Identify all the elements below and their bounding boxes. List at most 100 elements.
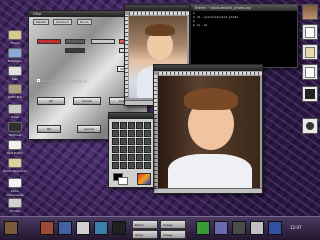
tool-button[interactable]	[112, 146, 119, 153]
vertical-ruler	[154, 75, 157, 187]
tool-button[interactable]	[120, 146, 127, 153]
tool-button[interactable]	[144, 146, 151, 153]
tool-button[interactable]	[144, 154, 151, 161]
document-icon[interactable]	[76, 221, 90, 235]
tool-button[interactable]	[120, 122, 127, 129]
desktop-icon-label: Home	[10, 41, 20, 45]
task-button-gimp[interactable]: Gimp	[132, 230, 158, 239]
bottom-ok-button[interactable]: OK	[37, 125, 61, 133]
photo-hair	[145, 24, 175, 36]
window-list-icon[interactable]	[232, 221, 246, 235]
image-window-titlebar[interactable]	[125, 5, 189, 11]
desktop-icon-netscape[interactable]: Netscape	[2, 48, 28, 63]
tool-button[interactable]	[128, 130, 135, 137]
desktop-icon-mail[interactable]: Mail	[2, 66, 28, 81]
photo-hair	[184, 88, 238, 110]
tool-button[interactable]	[120, 162, 127, 169]
tab-palette[interactable]: Palette	[33, 19, 50, 25]
dock-item-snake[interactable]	[302, 118, 318, 134]
terminal-line: $ ls -al	[193, 23, 208, 27]
globe-icon[interactable]	[94, 221, 108, 235]
mail-icon	[8, 66, 22, 76]
tool-button[interactable]	[128, 138, 135, 145]
tool-button[interactable]	[144, 130, 151, 137]
terminal-icon	[8, 122, 22, 132]
tool-button[interactable]	[136, 154, 143, 161]
image-window-titlebar[interactable]	[154, 65, 262, 71]
dock-item-clipboard[interactable]	[302, 44, 318, 60]
trash-icon	[8, 104, 22, 114]
task-button-image[interactable]: Image	[160, 220, 186, 229]
terminal-icon	[305, 89, 315, 99]
tool-button[interactable]	[136, 162, 143, 169]
tool-button[interactable]	[120, 130, 127, 137]
desktop-icon-label: Home Directory	[3, 169, 27, 173]
tool-button[interactable]	[112, 162, 119, 169]
tool-button[interactable]	[112, 138, 119, 145]
photo-shirt	[168, 154, 252, 188]
tool-button[interactable]	[112, 130, 119, 137]
monitor-icon[interactable]	[58, 221, 72, 235]
dock-item-document-2[interactable]	[302, 64, 318, 80]
image-canvas[interactable]	[158, 76, 260, 188]
gradient-preview[interactable]	[137, 173, 151, 185]
task-button-image-2[interactable]: Image	[160, 230, 186, 239]
bottom-cancel-button[interactable]: Cancel	[77, 125, 101, 133]
tool-button[interactable]	[120, 154, 127, 161]
desktop-icon-linux-docs[interactable]: Linux Documents	[2, 178, 28, 197]
terminal-window[interactable]: Eterm: ~/pictures/kid_photo.jpg $ $ cd ~…	[190, 4, 298, 68]
tab-brush[interactable]: Brush	[77, 19, 92, 25]
dock-item-terminal[interactable]	[302, 86, 318, 102]
tool-button[interactable]	[120, 138, 127, 145]
color-swatch-dark[interactable]	[65, 39, 85, 44]
tab-gradient[interactable]: Gradient	[53, 19, 73, 25]
tool-button[interactable]	[144, 122, 151, 129]
desktop-icon-gimp[interactable]: GIMP Tool	[2, 84, 28, 99]
tool-button[interactable]	[144, 162, 151, 169]
tool-button[interactable]	[144, 138, 151, 145]
tool-button[interactable]	[136, 130, 143, 137]
tool-button[interactable]	[128, 146, 135, 153]
desktop-icon-label: Netscape	[7, 59, 23, 63]
desktop-icon-editor[interactable]: Text Editor	[2, 140, 28, 155]
tool-button[interactable]	[128, 122, 135, 129]
toolbox-titlebar[interactable]	[109, 113, 153, 119]
background-color[interactable]	[118, 177, 128, 185]
ok-button[interactable]: OK	[37, 97, 65, 105]
desktop-icon-terminal[interactable]: Terminal	[2, 122, 28, 137]
image-window-large[interactable]	[153, 64, 263, 194]
desktop-icon-label: Text Editor	[7, 151, 23, 155]
dock-item-photo[interactable]	[302, 4, 318, 20]
tool-button[interactable]	[136, 138, 143, 145]
tool-button[interactable]	[136, 146, 143, 153]
desktop-icon-printer[interactable]: Printer	[2, 198, 28, 213]
apply-checkbox-row[interactable]: Apply colors to all applications	[37, 79, 87, 83]
desktop-icon-home-directory[interactable]: Home Directory	[2, 158, 28, 173]
tool-button[interactable]	[128, 154, 135, 161]
pager-icon[interactable]	[214, 221, 228, 235]
color-swatch-light[interactable]	[91, 39, 115, 44]
task-button-eterm[interactable]: Eterm	[132, 220, 158, 229]
vertical-ruler	[125, 15, 128, 97]
gimp-icon	[8, 84, 22, 94]
menu-icon[interactable]	[4, 221, 18, 235]
gimp-toolbox[interactable]	[108, 112, 154, 188]
dock-item-document[interactable]	[302, 24, 318, 40]
color-swatch-red[interactable]	[37, 39, 61, 44]
taskbar: Eterm Gimp Image Image 12:07	[0, 216, 320, 240]
launcher-icon[interactable]	[40, 221, 54, 235]
home-icon	[8, 158, 22, 168]
terminal-icon[interactable]	[112, 221, 126, 235]
plant-icon[interactable]	[196, 221, 210, 235]
tool-button[interactable]	[136, 122, 143, 129]
info-icon[interactable]	[268, 221, 282, 235]
tool-button[interactable]	[112, 122, 119, 129]
cancel-button[interactable]: Cancel	[73, 97, 101, 105]
tool-button[interactable]	[112, 154, 119, 161]
desktop-icon-home[interactable]: Home	[2, 30, 28, 45]
checkbox[interactable]	[37, 79, 40, 82]
settings-icon[interactable]	[250, 221, 264, 235]
desktop-icon-trash[interactable]: Trash	[2, 104, 28, 119]
tool-button[interactable]	[128, 162, 135, 169]
color-swatch-black[interactable]	[65, 48, 85, 53]
